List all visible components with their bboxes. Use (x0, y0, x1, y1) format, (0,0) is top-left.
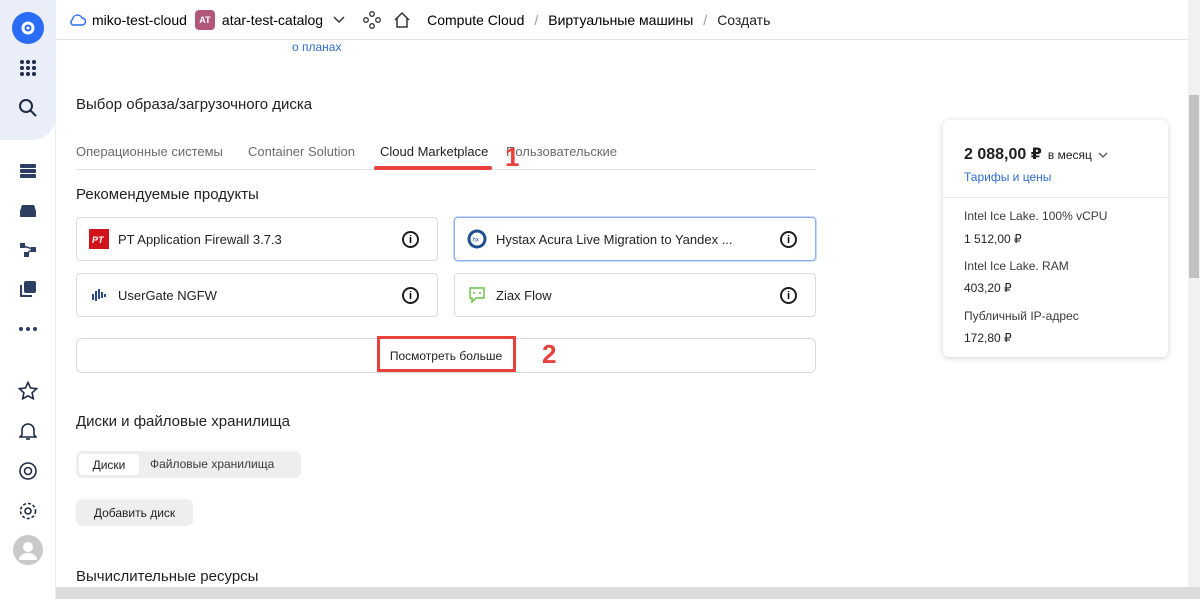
images-stack-icon[interactable] (12, 273, 44, 305)
catalog-name: atar-test-catalog (221, 11, 324, 28)
segment-disks[interactable]: Диски (79, 454, 139, 475)
info-icon[interactable]: i (402, 287, 419, 304)
notifications-bell-icon[interactable] (12, 415, 44, 447)
network-icon[interactable] (12, 234, 44, 266)
product-name: Ziax Flow (496, 287, 552, 303)
plans-link[interactable]: о планах (292, 40, 341, 54)
cloud-name: miko-test-cloud (92, 11, 187, 28)
annotation-number-1: 1 (505, 142, 520, 172)
settings-gear-icon[interactable] (12, 495, 44, 527)
price-total: 2 088,00 ₽ (964, 146, 1042, 163)
breadcrumb-separator: / (703, 11, 708, 28)
product-name: Hystax Acura Live Migration to Yandex ..… (496, 231, 733, 247)
tariffs-link[interactable]: Тарифы и цены (964, 170, 1051, 184)
tab-custom[interactable]: Пользовательские (506, 144, 617, 159)
favorites-star-icon[interactable] (12, 375, 44, 407)
product-card-ziax-flow[interactable]: Ziax Flow i (454, 273, 816, 317)
breadcrumb-separator: / (534, 11, 539, 28)
svg-text:PT: PT (92, 235, 105, 245)
price-line-label: Intel Ice Lake. 100% vCPU (964, 209, 1108, 223)
segment-file-storages[interactable]: Файловые хранилища (150, 457, 274, 471)
search-icon[interactable] (12, 92, 44, 124)
svg-text:hx: hx (473, 238, 479, 244)
info-icon[interactable]: i (780, 231, 797, 248)
price-summary-panel: 2 088,00 ₽ в месяц Тарифы и цены Intel I… (943, 120, 1168, 357)
pt-logo-icon: PT (89, 229, 109, 249)
compute-servers-icon[interactable] (12, 155, 44, 187)
more-services-icon[interactable] (12, 313, 44, 345)
price-line-label: Intel Ice Lake. RAM (964, 259, 1069, 273)
tab-operating-systems[interactable]: Операционные системы (76, 144, 223, 159)
breadcrumb-virtual-machines[interactable]: Виртуальные машины (548, 12, 693, 28)
disks-segmented-control: Диски Файловые хранилища (76, 451, 301, 478)
price-line-label: Публичный IP-адрес (964, 309, 1079, 323)
left-navigation-rail (0, 0, 56, 599)
product-name: UserGate NGFW (118, 287, 217, 303)
vertical-scrollbar[interactable] (1188, 0, 1200, 599)
info-icon[interactable]: i (780, 287, 797, 304)
annotation-highlight-box (377, 336, 516, 372)
hystax-logo-icon: hx (467, 229, 487, 249)
catalog-badge: AT (194, 9, 215, 30)
breadcrumb-create: Создать (717, 11, 771, 28)
add-disk-button[interactable]: Добавить диск (76, 499, 193, 526)
annotation-underline (374, 166, 492, 170)
annotation-number-2: 2 (542, 339, 557, 369)
tab-cloud-marketplace[interactable]: Cloud Marketplace (380, 144, 488, 159)
catalog-selector[interactable]: AT atar-test-catalog (194, 9, 345, 30)
cloud-icon (70, 13, 86, 26)
product-card-usergate[interactable]: UserGate NGFW i (76, 273, 438, 317)
product-card-pt-firewall[interactable]: PT PT Application Firewall 3.7.3 i (76, 217, 438, 261)
chevron-down-icon (1098, 152, 1108, 158)
image-section-title: Выбор образа/загрузочного диска (76, 96, 313, 113)
recommended-products-title: Рекомендуемые продукты (76, 186, 259, 203)
home-icon[interactable] (393, 11, 411, 29)
support-lifebuoy-icon[interactable] (12, 455, 44, 487)
tab-container-solution[interactable]: Container Solution (248, 144, 355, 159)
user-avatar[interactable] (12, 534, 44, 566)
services-hub-icon[interactable] (363, 10, 382, 29)
yandex-cloud-logo-icon[interactable] (12, 12, 44, 44)
disks-section-title: Диски и файловые хранилища (76, 413, 290, 430)
ziax-logo-icon (467, 285, 487, 305)
price-line-value: 1 512,00 ₽ (964, 232, 1022, 246)
price-period: в месяц (1047, 148, 1092, 162)
info-icon[interactable]: i (402, 231, 419, 248)
price-line-value: 172,80 ₽ (964, 331, 1012, 345)
usergate-logo-icon (89, 285, 109, 305)
compute-resources-title: Вычислительные ресурсы (76, 568, 259, 585)
cloud-selector[interactable]: miko-test-cloud (68, 12, 187, 28)
product-name: PT Application Firewall 3.7.3 (118, 231, 282, 247)
all-services-grid-icon[interactable] (12, 52, 44, 84)
vertical-scrollbar-thumb[interactable] (1189, 95, 1199, 278)
horizontal-scrollbar[interactable] (56, 587, 1200, 599)
chevron-down-icon (333, 15, 345, 23)
product-card-hystax[interactable]: hx Hystax Acura Live Migration to Yandex… (454, 217, 816, 261)
price-total-row[interactable]: 2 088,00 ₽ в месяц (964, 144, 1108, 164)
breadcrumb-compute-cloud[interactable]: Compute Cloud (427, 12, 524, 28)
image-source-tabs: Операционные системы Container Solution … (76, 136, 816, 170)
divider (943, 197, 1168, 198)
top-bar: miko-test-cloud AT atar-test-catalog Com… (56, 0, 1188, 40)
price-line-value: 403,20 ₽ (964, 281, 1012, 295)
storage-icon[interactable] (12, 195, 44, 227)
